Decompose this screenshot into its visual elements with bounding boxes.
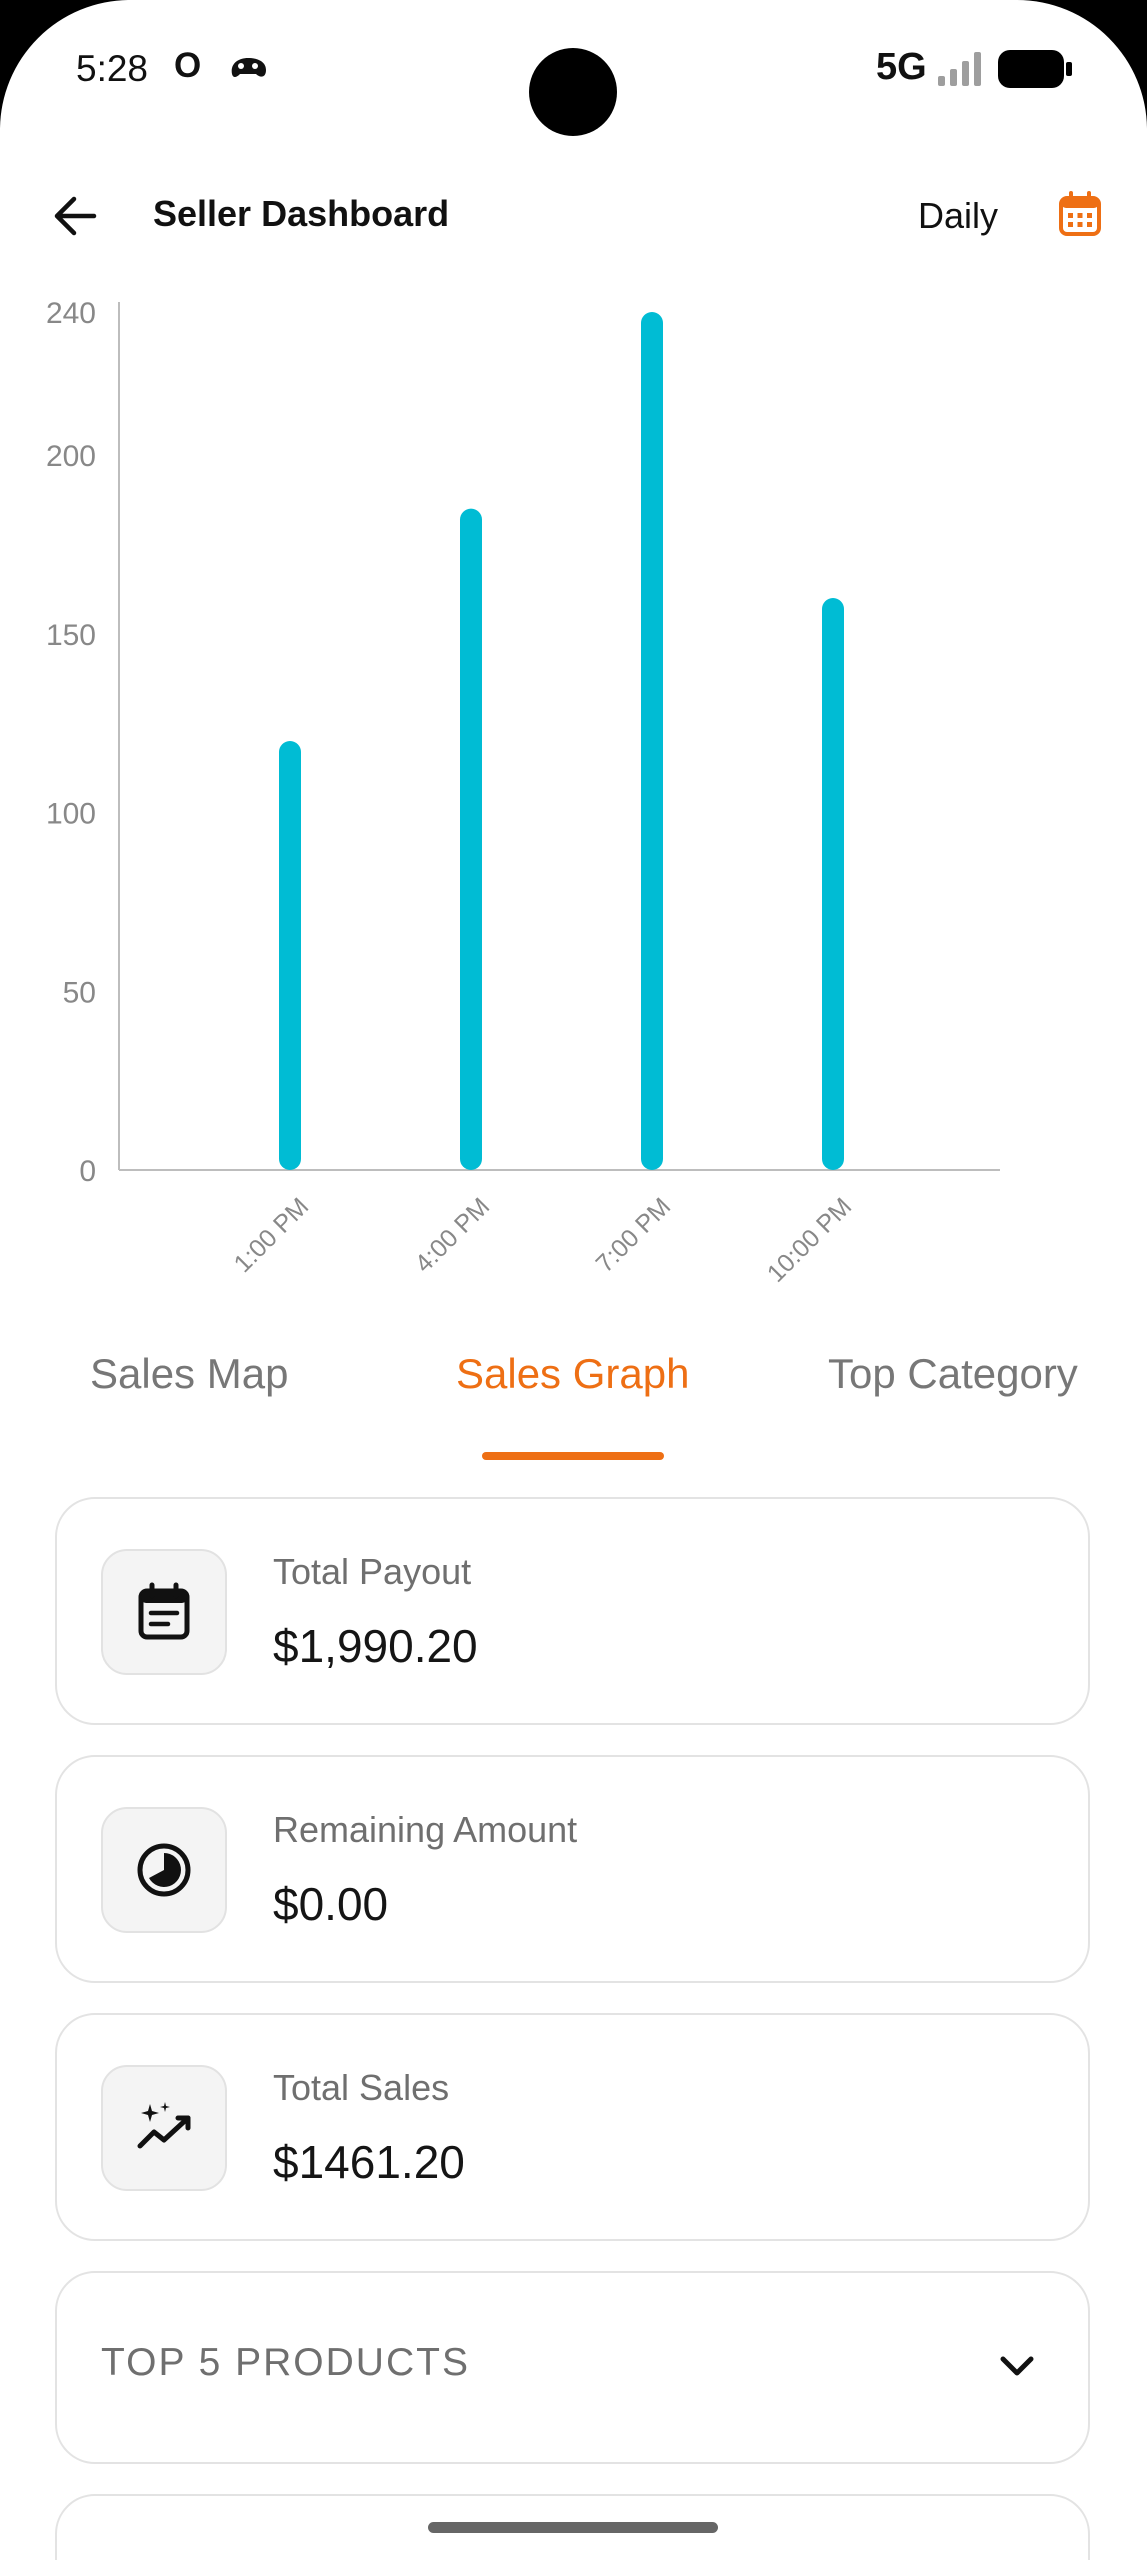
x-tick-label: 1:00 PM xyxy=(229,1192,315,1278)
sales-bar-chart: 0 50 100 150 200 240 1:00 PM 4:00 PM 7:00 PM 10:0… xyxy=(46,297,1000,1288)
remaining-amount-icon-box xyxy=(101,1807,227,1933)
y-tick-label: 100 xyxy=(46,798,96,831)
status-time: 5:28 xyxy=(76,48,149,89)
notification-letter: O xyxy=(174,46,202,85)
total-sales-card: Total Sales $1461.20 xyxy=(55,2013,1090,2241)
trending-sparkle-icon xyxy=(137,2102,191,2149)
period-selector-label[interactable]: Daily xyxy=(918,195,998,237)
top-products-title: TOP 5 PRODUCTS xyxy=(101,2341,470,2384)
page-title: Seller Dashboard xyxy=(153,193,450,234)
home-indicator xyxy=(428,2522,718,2533)
status-bar: 5:28 O 5G xyxy=(0,0,1147,140)
network-type: 5G xyxy=(876,46,927,88)
active-tab-indicator xyxy=(482,1452,664,1460)
total-sales-value: $1461.20 xyxy=(273,2136,465,2188)
calendar-icon[interactable] xyxy=(1058,191,1102,237)
top-products-expander[interactable]: TOP 5 PRODUCTS xyxy=(55,2271,1090,2464)
app-bar: Seller Dashboard Daily xyxy=(0,175,1147,255)
x-tick-label: 7:00 PM xyxy=(591,1192,677,1278)
game-controller-icon xyxy=(231,58,266,77)
remaining-amount-label: Remaining Amount xyxy=(273,1809,578,1850)
arrow-left-icon[interactable] xyxy=(50,191,100,241)
cell-signal-icon xyxy=(938,52,981,86)
dashboard-tabs: Sales Map Sales Graph Top Category xyxy=(0,1340,1147,1465)
total-payout-label: Total Payout xyxy=(273,1551,472,1592)
front-camera xyxy=(529,48,617,136)
tab-top-category[interactable]: Top Category xyxy=(828,1350,1078,1398)
total-payout-icon-box xyxy=(101,1549,227,1675)
app-screen: 5:28 O 5G Seller Dashboard Daily 0 50 10… xyxy=(0,0,1147,2560)
total-sales-icon-box xyxy=(101,2065,227,2191)
battery-icon xyxy=(998,50,1072,88)
total-payout-value: $1,990.20 xyxy=(273,1620,478,1672)
x-tick-label: 4:00 PM xyxy=(410,1192,496,1278)
tab-sales-graph[interactable]: Sales Graph xyxy=(456,1350,689,1398)
x-tick-label: 10:00 PM xyxy=(762,1192,857,1287)
pie-chart-icon xyxy=(137,1843,191,1897)
total-sales-label: Total Sales xyxy=(273,2067,450,2108)
y-tick-label: 0 xyxy=(79,1155,96,1188)
y-tick-label: 200 xyxy=(46,440,96,473)
y-tick-label: 150 xyxy=(46,619,96,652)
remaining-amount-value: $0.00 xyxy=(273,1878,389,1930)
y-tick-label: 50 xyxy=(63,976,96,1009)
chevron-down-icon[interactable] xyxy=(995,2345,1039,2389)
receipt-calendar-icon xyxy=(138,1582,190,1640)
y-tick-label: 240 xyxy=(46,297,96,330)
tab-sales-map[interactable]: Sales Map xyxy=(90,1350,288,1398)
remaining-amount-card: Remaining Amount $0.00 xyxy=(55,1755,1090,1983)
total-payout-card: Total Payout $1,990.20 xyxy=(55,1497,1090,1725)
